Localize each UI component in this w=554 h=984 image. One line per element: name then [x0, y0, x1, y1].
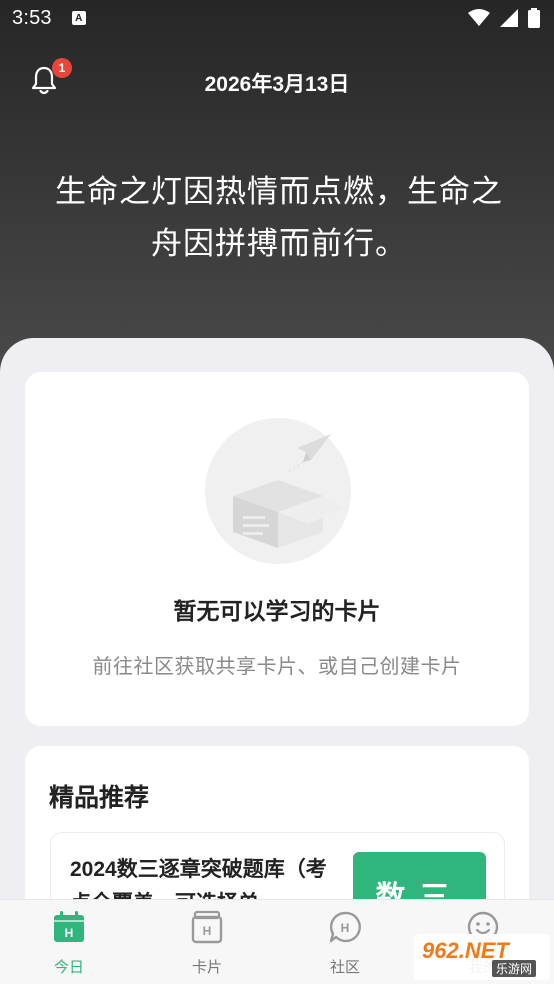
status-time: 3:53: [12, 6, 52, 29]
page-title-date: 2026年3月13日: [204, 73, 350, 96]
calendar-icon: H: [54, 911, 84, 942]
empty-state-card: 暂无可以学习的卡片 前往社区获取共享卡片、或自己创建卡片: [25, 372, 529, 726]
header-banner: 3:53 A 1 2026年3月13日 生命之灯因热情而点燃，生命之舟因拼搏而前…: [0, 0, 554, 380]
empty-box-icon: [205, 418, 351, 564]
tab-cards[interactable]: H 卡片: [138, 900, 276, 984]
tab-cards-label: 卡片: [191, 959, 222, 976]
watermark-logo: 962.NET 乐游网: [414, 934, 550, 980]
watermark-sub: 乐游网: [492, 960, 537, 977]
daily-quote: 生命之灯因热情而点燃，生命之舟因拼搏而前行。: [55, 174, 503, 261]
signal-icon: [500, 9, 518, 27]
battery-icon: [528, 8, 540, 28]
status-bar: 3:53 A: [0, 0, 554, 36]
cards-icon: H: [191, 910, 223, 944]
svg-text:H: H: [65, 926, 74, 940]
chat-icon: H: [329, 911, 361, 943]
wifi-icon: [468, 9, 490, 26]
empty-state-subtitle: 前往社区获取共享卡片、或自己创建卡片: [92, 656, 462, 678]
empty-state-title: 暂无可以学习的卡片: [173, 598, 381, 624]
tab-community[interactable]: H 社区: [276, 900, 414, 984]
tab-today[interactable]: H 今日: [0, 900, 138, 984]
svg-text:H: H: [341, 921, 350, 935]
status-icons: [468, 8, 540, 28]
recommend-title: 精品推荐: [49, 784, 150, 812]
notification-a-icon: A: [71, 11, 86, 25]
tab-today-label: 今日: [53, 959, 84, 976]
svg-text:H: H: [203, 924, 212, 938]
tab-community-label: 社区: [329, 959, 360, 976]
